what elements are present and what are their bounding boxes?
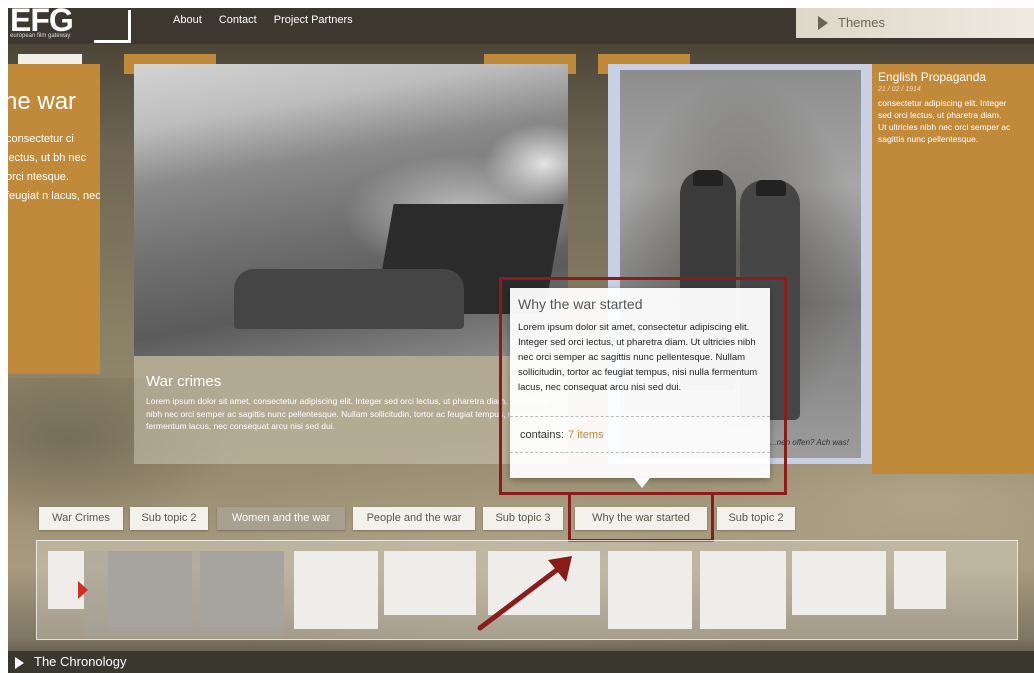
themes-toggle[interactable]: Themes [796, 8, 1034, 38]
topic-war-crimes[interactable]: War Crimes [39, 507, 123, 530]
propaganda-date: 21 / 02 / 1914 [878, 86, 921, 93]
topic-women-and-the-war[interactable]: Women and the war [217, 507, 345, 530]
nav-project-partners[interactable]: Project Partners [274, 14, 353, 26]
play-triangle-icon [15, 657, 24, 669]
play-triangle-icon [818, 16, 828, 30]
propaganda-text: consectetur adipiscing elit. Integer sed… [878, 97, 1034, 145]
thumbnail[interactable] [294, 551, 378, 629]
main-nav: About Contact Project Partners [173, 14, 367, 26]
efg-logo[interactable]: EFG european film gateway [8, 8, 134, 44]
photo-trench-shape [234, 269, 464, 329]
strip-arrow-icon[interactable] [78, 581, 88, 599]
thumbnail[interactable] [48, 551, 84, 609]
propaganda-text-line: sagittis nunc pellentesque. [878, 134, 979, 144]
topic-sub-topic-3[interactable]: Sub topic 3 [483, 507, 563, 530]
chronology-label: The Chronology [34, 654, 127, 669]
left-card-text: consectetur ci lectus, ut bh nec orci nt… [8, 133, 100, 202]
annotation-arrow-icon [477, 556, 572, 631]
topic-highlight-box [568, 492, 714, 542]
logo-frame [94, 10, 131, 43]
nav-contact[interactable]: Contact [219, 14, 257, 26]
logo-subtext: european film gateway [10, 33, 71, 39]
topic-people-and-the-war[interactable]: People and the war [353, 507, 475, 530]
propaganda-title: English Propaganda [878, 70, 987, 84]
topic-sub-topic-2b[interactable]: Sub topic 2 [717, 507, 795, 530]
photo-cap-shape [756, 180, 786, 196]
themes-label: Themes [838, 15, 885, 30]
photo-cap-shape [693, 170, 723, 186]
propaganda-text-line: Ut ultricies nibh nec orci semper ac [878, 122, 1011, 132]
nav-about[interactable]: About [173, 14, 202, 26]
thumbnail[interactable] [608, 551, 692, 629]
chronology-toggle[interactable]: The Chronology [8, 651, 1034, 673]
war-crimes-text: Lorem ipsum dolor sit amet, consectetur … [146, 396, 550, 431]
thumbnail[interactable] [700, 551, 786, 629]
thumbnail[interactable] [108, 551, 192, 627]
page: EFG european film gateway About Contact … [8, 8, 1034, 673]
propaganda-text-line: consectetur adipiscing elit. Integer [878, 98, 1007, 108]
thumbnail[interactable] [894, 551, 946, 609]
thumbnail[interactable] [384, 551, 476, 615]
war-crimes-title: War crimes [146, 373, 222, 390]
propaganda-card[interactable]: English Propaganda 21 / 02 / 1914 consec… [872, 64, 1034, 474]
popup-highlight-box [499, 277, 787, 495]
left-card-title: he war [8, 88, 77, 115]
left-theme-card[interactable]: he war consectetur ci lectus, ut bh nec … [8, 64, 100, 374]
thumbnail[interactable] [200, 551, 284, 627]
thumbnail[interactable] [792, 551, 886, 615]
propaganda-text-line: sed orci lectus, ut pharetra diam. [878, 110, 1002, 120]
top-bar: EFG european film gateway About Contact … [8, 8, 1034, 44]
topic-sub-topic-2[interactable]: Sub topic 2 [130, 507, 208, 530]
